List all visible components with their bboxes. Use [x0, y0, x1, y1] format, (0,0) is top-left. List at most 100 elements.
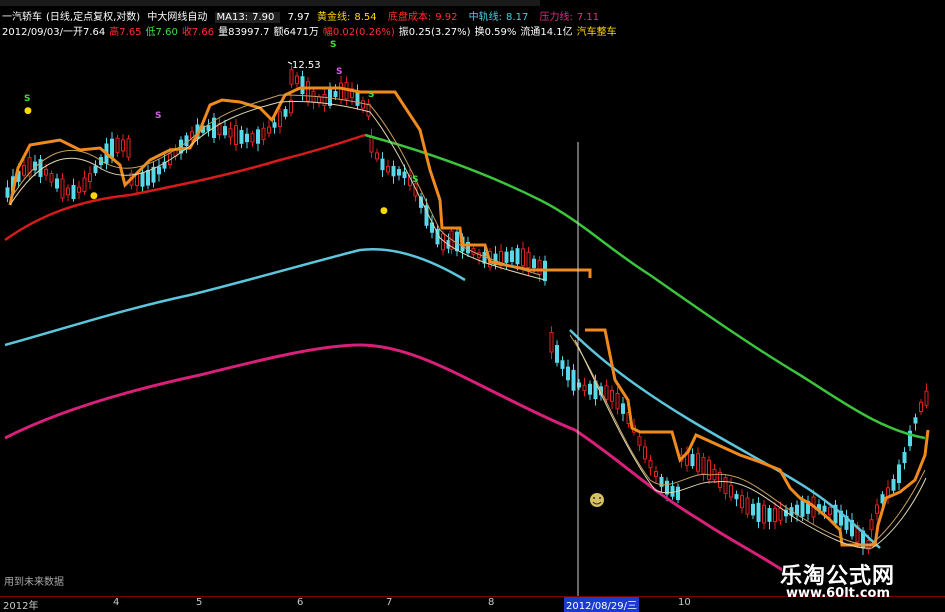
candle	[380, 158, 385, 171]
candle	[5, 187, 10, 198]
candle	[571, 369, 576, 391]
kline-chart[interactable]: 12.53 S S S S S S ● ● ●	[0, 0, 945, 609]
axis-label-8: 8	[488, 597, 495, 608]
axis-label-4: 4	[113, 597, 120, 608]
candle	[637, 436, 642, 446]
candle	[60, 178, 65, 199]
candle	[386, 165, 390, 173]
candle	[22, 164, 26, 176]
candle	[369, 135, 374, 153]
candle	[366, 103, 371, 117]
candle	[121, 139, 125, 152]
signal-marker: S	[368, 90, 374, 100]
candle	[66, 187, 70, 196]
candle	[250, 133, 255, 143]
candle	[289, 69, 294, 85]
candle	[295, 75, 299, 85]
candle	[643, 446, 647, 460]
signal-marker: ●	[380, 206, 388, 216]
candle	[919, 401, 923, 413]
candle	[756, 502, 761, 522]
candle	[897, 464, 901, 484]
candle	[537, 259, 542, 275]
candle	[339, 82, 343, 101]
candle	[610, 389, 614, 402]
axis-label-year: 2012年	[3, 601, 39, 612]
candle	[913, 417, 918, 424]
candle	[648, 460, 653, 469]
axis-label-cursor-date: 2012/08/29/三	[564, 597, 640, 612]
smiley-icon	[590, 493, 604, 507]
candle	[306, 81, 310, 102]
candle	[77, 186, 81, 193]
candle	[245, 133, 249, 143]
candle	[82, 177, 87, 192]
candle	[110, 138, 114, 158]
candle	[55, 178, 59, 189]
candle	[778, 507, 783, 521]
candle	[582, 384, 587, 391]
candle	[157, 166, 161, 175]
candle	[526, 251, 531, 269]
candle	[886, 487, 890, 497]
candle	[289, 99, 293, 114]
candle	[676, 486, 680, 501]
candle	[696, 453, 700, 472]
candle	[795, 504, 799, 515]
candle	[391, 166, 396, 177]
candle	[234, 125, 238, 146]
candle	[869, 519, 874, 531]
candle	[701, 457, 706, 475]
candle	[115, 137, 120, 153]
candle	[767, 508, 772, 522]
candle	[184, 135, 189, 147]
candle	[455, 231, 459, 252]
candle	[126, 138, 131, 158]
candle	[267, 126, 271, 134]
candle	[44, 168, 48, 176]
candle	[402, 171, 407, 179]
annotation-high-price: 12.53	[292, 60, 321, 71]
candle	[751, 503, 755, 516]
candle	[93, 165, 98, 174]
signal-marker: S	[412, 175, 418, 185]
future-data-note: 用到未来数据	[4, 577, 64, 588]
candle	[690, 454, 695, 467]
candle	[71, 184, 76, 200]
candle	[140, 172, 145, 187]
candle	[555, 345, 559, 363]
candle	[397, 169, 401, 176]
candle	[146, 170, 150, 186]
candle	[604, 385, 609, 400]
signal-marker: S	[155, 111, 161, 121]
axis-label-7: 7	[386, 597, 393, 608]
candle	[510, 250, 514, 262]
axis-label-5: 5	[196, 597, 203, 608]
candle	[707, 459, 711, 480]
candle	[800, 500, 805, 517]
candle	[239, 129, 244, 144]
candle	[333, 91, 338, 98]
candle	[88, 173, 92, 182]
candlesticks	[5, 65, 929, 556]
candle	[317, 96, 321, 104]
candle	[49, 173, 54, 183]
candle	[228, 128, 233, 138]
candle	[615, 392, 620, 410]
pressure-line	[4, 343, 791, 577]
axis-label-6: 6	[297, 597, 304, 608]
candle	[773, 507, 777, 523]
candle	[891, 478, 896, 491]
candle	[745, 497, 750, 515]
candle	[828, 506, 832, 515]
candle	[734, 494, 739, 500]
candle	[822, 505, 827, 512]
candle	[924, 390, 929, 406]
signal-marker: S	[24, 94, 30, 104]
candle	[729, 484, 733, 498]
candle	[762, 504, 766, 524]
candle	[256, 129, 260, 144]
candle	[621, 403, 625, 414]
candle	[300, 76, 305, 95]
candle	[670, 485, 675, 497]
